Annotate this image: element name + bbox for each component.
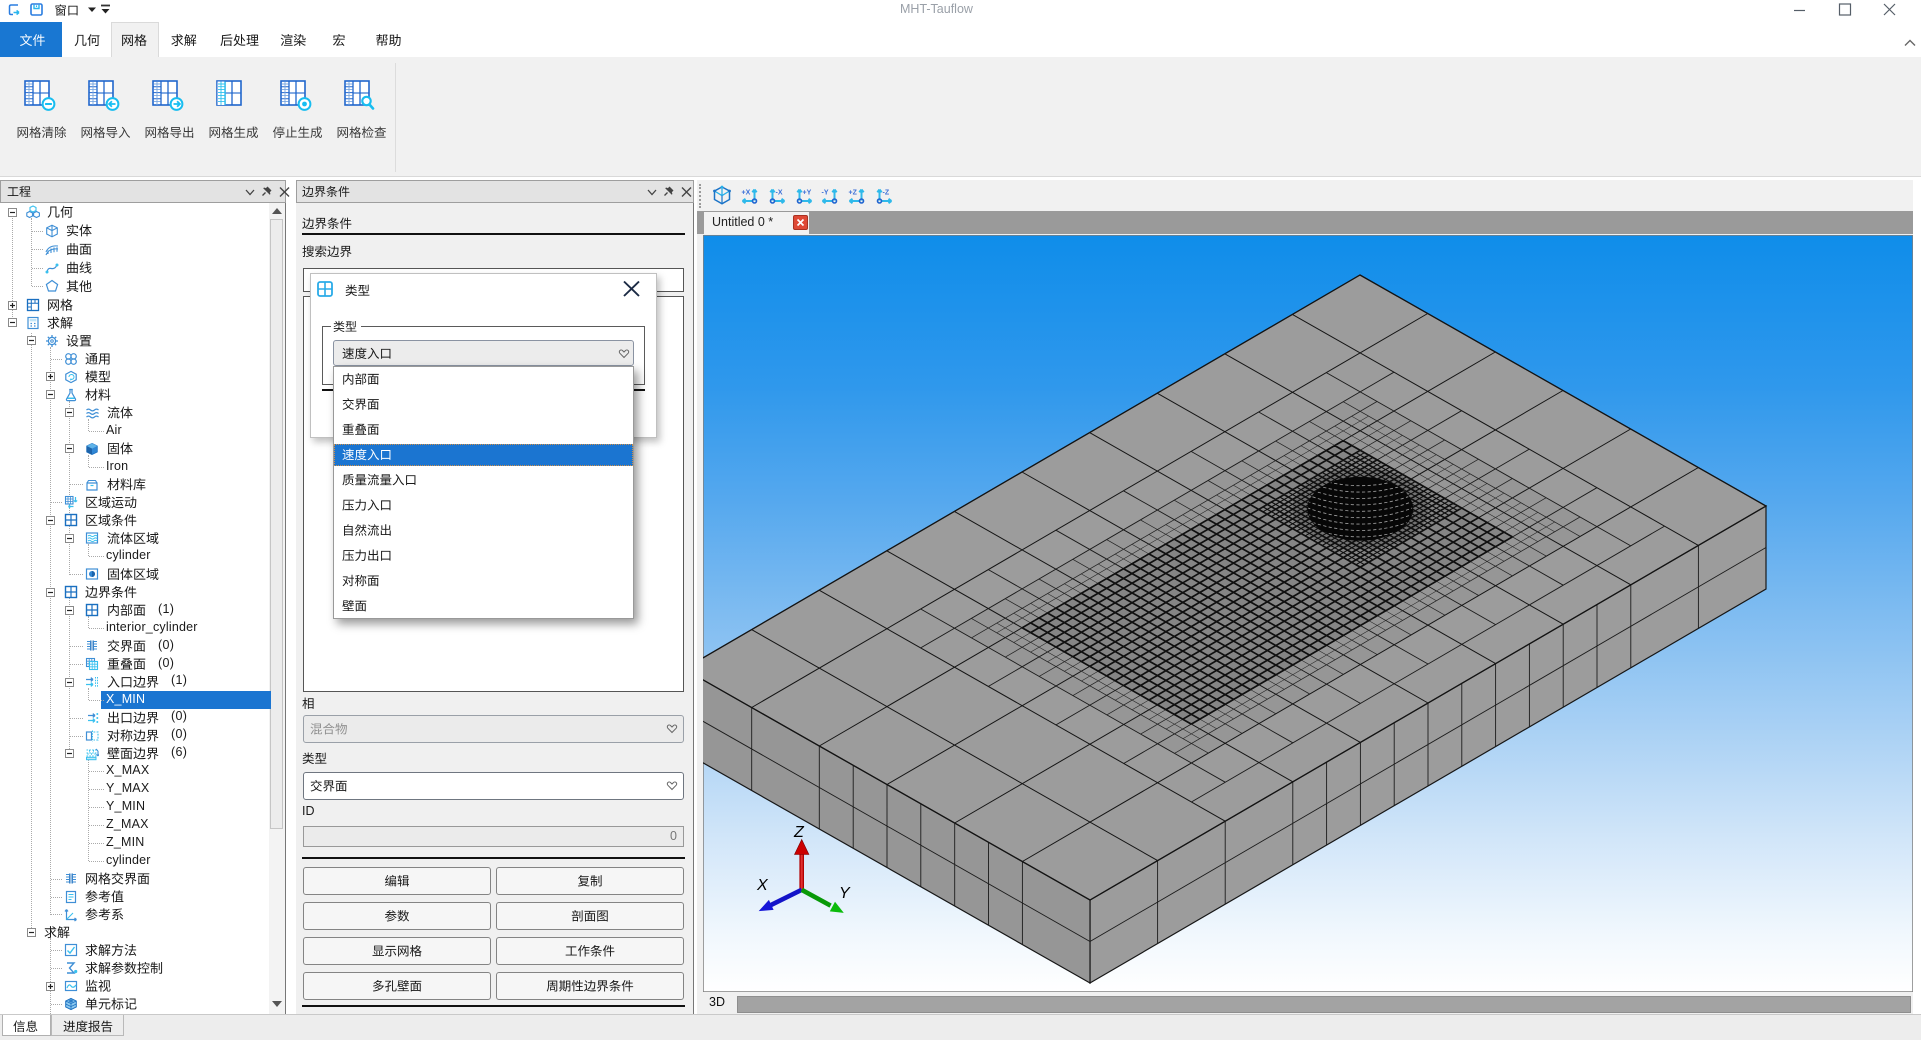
svg-text:+X: +X xyxy=(742,190,751,197)
svg-text:+Z: +Z xyxy=(849,190,858,197)
svg-text:-Y: -Y xyxy=(822,190,829,197)
svg-text:+Y: +Y xyxy=(803,190,812,197)
svg-text:-Z: -Z xyxy=(883,190,890,197)
svg-text:-X: -X xyxy=(776,190,783,197)
